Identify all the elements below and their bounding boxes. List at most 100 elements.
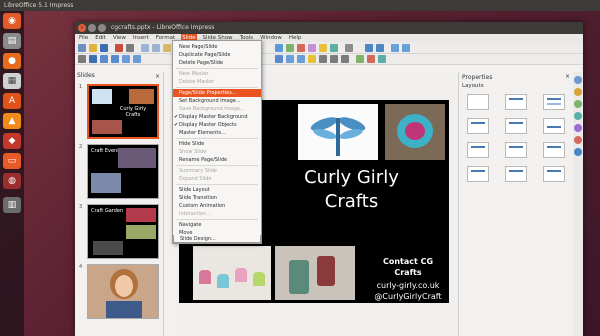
rotate-icon[interactable] <box>319 55 327 63</box>
animation-icon[interactable] <box>574 100 582 108</box>
paste-icon[interactable] <box>163 44 171 52</box>
layout-title-2-content[interactable] <box>467 118 489 134</box>
copy-icon[interactable] <box>152 44 160 52</box>
menu-navigate[interactable]: Navigate <box>173 221 261 229</box>
firefox-icon[interactable]: ● <box>3 53 21 69</box>
master-slides-icon[interactable] <box>574 88 582 96</box>
display-views-icon[interactable] <box>391 44 399 52</box>
menu-window[interactable]: Window <box>259 34 283 43</box>
rectangle-icon[interactable] <box>122 55 130 63</box>
writer-icon[interactable]: ▦ <box>3 73 21 89</box>
media-icon[interactable] <box>308 44 316 52</box>
layout-vertical[interactable] <box>543 166 565 182</box>
styles-icon[interactable] <box>574 124 582 132</box>
ubuntu-one-icon[interactable]: ◆ <box>3 133 21 149</box>
menu-custom-animation[interactable]: Custom Animation <box>173 202 261 210</box>
master-slide-icon[interactable] <box>402 44 410 52</box>
chart-icon[interactable] <box>297 44 305 52</box>
menu-slide-design[interactable]: Slide Design... <box>173 235 261 243</box>
menu-view[interactable]: View <box>112 34 127 43</box>
layout-four-content[interactable] <box>467 166 489 182</box>
contact-line-2: Crafts <box>394 268 422 277</box>
properties-icon[interactable] <box>574 76 582 84</box>
gallery-icon[interactable] <box>574 136 582 144</box>
impress-icon[interactable]: ▭ <box>3 153 21 169</box>
maximize-icon[interactable] <box>98 24 106 32</box>
layout-content-2[interactable] <box>505 142 527 158</box>
ellipse-icon[interactable] <box>133 55 141 63</box>
open-icon[interactable] <box>89 44 97 52</box>
layout-title-only[interactable] <box>505 118 527 134</box>
layout-six-content[interactable] <box>505 166 527 182</box>
files-icon[interactable]: ▤ <box>3 33 21 49</box>
menu-slide-transition[interactable]: Slide Transition <box>173 194 261 202</box>
line-icon[interactable] <box>111 55 119 63</box>
menu-master-elements[interactable]: Master Elements... <box>173 129 261 137</box>
menu-separator <box>176 138 258 139</box>
menu-slide-layout[interactable]: Slide Layout <box>173 186 261 194</box>
arrows-icon[interactable] <box>297 55 305 63</box>
select-icon[interactable] <box>78 55 86 63</box>
align-icon[interactable] <box>330 55 338 63</box>
new-icon[interactable] <box>78 44 86 52</box>
transition-icon[interactable] <box>574 112 582 120</box>
menu-insert[interactable]: Insert <box>132 34 150 43</box>
filter-icon[interactable] <box>378 55 386 63</box>
zoom-icon[interactable] <box>89 55 97 63</box>
menu-file[interactable]: File <box>78 34 89 43</box>
menu-edit[interactable]: Edit <box>94 34 107 43</box>
menu-display-master-background[interactable]: Display Master Background <box>173 113 261 121</box>
slide-thumbnail-2[interactable]: Craft Evening <box>87 144 159 199</box>
shadow-icon[interactable] <box>356 55 364 63</box>
layout-content-3[interactable] <box>543 142 565 158</box>
layout-title-content[interactable] <box>543 94 565 110</box>
save-icon[interactable] <box>100 44 108 52</box>
menu-duplicate-slide[interactable]: Duplicate Page/Slide <box>173 51 261 59</box>
menu-separator <box>176 68 258 69</box>
image-icon[interactable] <box>286 44 294 52</box>
cut-icon[interactable] <box>141 44 149 52</box>
layout-title-slide[interactable] <box>505 94 527 110</box>
layout-centered-text[interactable] <box>543 118 565 134</box>
close-sidebar-icon[interactable]: × <box>565 73 570 80</box>
slide-show-current-icon[interactable] <box>376 44 384 52</box>
print-icon[interactable] <box>126 44 134 52</box>
menu-separator <box>176 219 258 220</box>
table-icon[interactable] <box>275 44 283 52</box>
close-icon[interactable]: × <box>78 24 86 32</box>
vlc-icon[interactable]: ▲ <box>3 113 21 129</box>
menu-hide-slide[interactable]: Hide Slide <box>173 140 261 148</box>
dash-home-icon[interactable]: ◉ <box>3 13 21 29</box>
layout-2-content-title[interactable] <box>467 142 489 158</box>
menu-delete-slide[interactable]: Delete Page/Slide <box>173 59 261 67</box>
menu-help[interactable]: Help <box>288 34 303 43</box>
menu-slide-properties[interactable]: Page/Slide Properties... <box>173 89 261 97</box>
special-char-icon[interactable] <box>345 44 353 52</box>
slide-thumbnail-3[interactable]: Craft Garden <box>87 204 159 259</box>
minimize-icon[interactable] <box>88 24 96 32</box>
navigator-icon[interactable] <box>574 148 582 156</box>
slide-thumbnail-1[interactable]: Curly Girly Crafts <box>87 84 159 139</box>
camera-icon[interactable]: ◍ <box>3 173 21 189</box>
crop-icon[interactable] <box>367 55 375 63</box>
text-icon[interactable] <box>100 55 108 63</box>
menu-save-background-image: Save Background Image... <box>179 106 245 112</box>
menu-rename-slide[interactable]: Rename Page/Slide <box>173 156 261 164</box>
stars-icon[interactable] <box>308 55 316 63</box>
trash-icon[interactable]: ▥ <box>3 197 21 213</box>
arrange-icon[interactable] <box>341 55 349 63</box>
software-center-icon[interactable]: A <box>3 93 21 109</box>
layout-blank[interactable] <box>467 94 489 110</box>
export-pdf-icon[interactable] <box>115 44 123 52</box>
menu-new-slide[interactable]: New Page/Slide <box>173 43 261 51</box>
start-show-icon[interactable] <box>365 44 373 52</box>
connector-icon[interactable] <box>286 55 294 63</box>
menu-display-master-objects[interactable]: Display Master Objects <box>173 121 261 129</box>
close-pane-icon[interactable]: × <box>155 73 160 80</box>
curve-icon[interactable] <box>275 55 283 63</box>
layouts-section[interactable]: Layouts <box>462 83 484 89</box>
fontwork-icon[interactable] <box>319 44 327 52</box>
textbox-icon[interactable] <box>330 44 338 52</box>
slide-thumbnail-4[interactable] <box>87 264 159 319</box>
menu-set-background-image[interactable]: Set Background Image... <box>173 97 261 105</box>
